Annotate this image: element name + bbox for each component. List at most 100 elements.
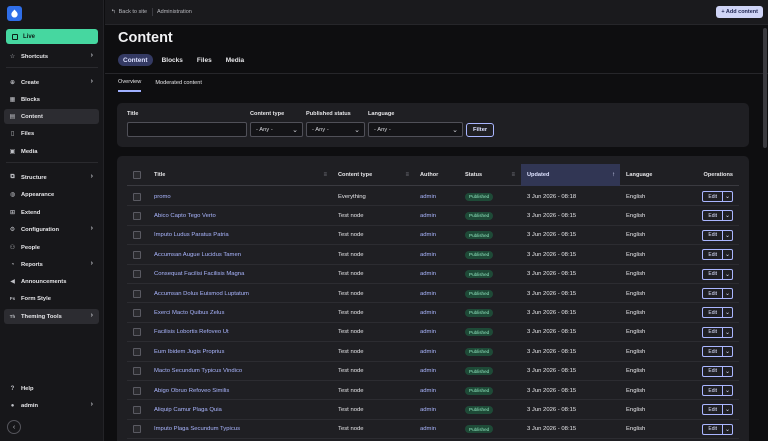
chevron-down-icon[interactable]: ⌄	[723, 268, 733, 280]
row-checkbox[interactable]	[133, 211, 141, 220]
type-column-header[interactable]: Content type ≡	[338, 164, 414, 186]
chevron-down-icon[interactable]: ⌄	[723, 249, 733, 261]
chevron-down-icon[interactable]: ⌄	[723, 229, 733, 241]
author-cell[interactable]: admin	[420, 323, 436, 342]
author-cell[interactable]: admin	[420, 245, 436, 264]
title-cell[interactable]: Eum Ibidem Jugis Proprius	[154, 342, 224, 361]
row-checkbox[interactable]	[133, 270, 141, 279]
title-cell[interactable]: Consequat Facilisi Facilisis Magna	[154, 265, 244, 284]
sidebar-item-files[interactable]: ▯ Files	[4, 126, 99, 141]
page-scrollbar[interactable]	[763, 28, 767, 148]
back-to-site-link[interactable]: ↰ Back to site	[111, 9, 147, 15]
sidebar-item-shortcuts[interactable]: ☆ Shortcuts ›	[4, 49, 99, 64]
row-checkbox[interactable]	[133, 231, 141, 240]
row-checkbox[interactable]	[133, 250, 141, 259]
chevron-down-icon[interactable]: ⌄	[723, 210, 733, 222]
sidebar-item-create[interactable]: ⊕ Create ›	[4, 75, 99, 90]
chevron-down-icon[interactable]: ⌄	[723, 404, 733, 416]
sidebar-item-content[interactable]: ▤ Content	[4, 109, 99, 124]
drupal-logo-icon[interactable]	[7, 6, 22, 21]
author-cell[interactable]: admin	[420, 400, 436, 419]
status-column-header[interactable]: Status ≡	[465, 164, 520, 186]
title-cell[interactable]: Exerci Macto Quibus Zelus	[154, 303, 224, 322]
row-checkbox[interactable]	[133, 405, 141, 414]
edit-button[interactable]: Edit	[702, 229, 723, 241]
title-cell[interactable]: Imputo Plaga Secundum Typicus	[154, 420, 240, 439]
author-cell[interactable]: admin	[420, 187, 436, 206]
sidebar-item-media[interactable]: ▣ Media	[4, 144, 99, 159]
add-content-button[interactable]: + Add content	[716, 6, 763, 18]
row-checkbox[interactable]	[133, 308, 141, 317]
subtab-overview[interactable]: Overview	[118, 77, 142, 92]
edit-button[interactable]: Edit	[702, 346, 723, 358]
author-cell[interactable]: admin	[420, 206, 436, 225]
filter-button[interactable]: Filter	[466, 123, 495, 137]
author-cell[interactable]: admin	[420, 381, 436, 400]
chevron-down-icon[interactable]: ⌄	[723, 326, 733, 338]
tab-media[interactable]: Media	[221, 54, 249, 66]
author-cell[interactable]: admin	[420, 284, 436, 303]
chevron-down-icon[interactable]: ⌄	[723, 191, 733, 202]
sidebar-item-structure[interactable]: ⧉ Structure ›	[4, 170, 99, 185]
language-filter-select[interactable]: - Any - ⌄	[368, 122, 463, 137]
chevron-down-icon[interactable]: ⌄	[723, 288, 733, 299]
title-cell[interactable]: Abico Capto Tego Verto	[154, 206, 216, 225]
title-filter-input[interactable]	[127, 122, 247, 137]
row-checkbox[interactable]	[133, 386, 141, 395]
sidebar-item-configuration[interactable]: ⚙ Configuration ›	[4, 222, 99, 237]
sidebar-item-blocks[interactable]: ▦ Blocks	[4, 92, 99, 107]
edit-button[interactable]: Edit	[702, 423, 723, 435]
row-checkbox[interactable]	[133, 367, 141, 376]
edit-button[interactable]: Edit	[702, 385, 723, 396]
status-filter-select[interactable]: - Any - ⌄	[306, 122, 365, 137]
breadcrumb[interactable]: Administration	[157, 9, 192, 15]
row-checkbox[interactable]	[133, 425, 141, 434]
author-cell[interactable]: admin	[420, 342, 436, 361]
row-checkbox[interactable]	[133, 328, 141, 337]
edit-button[interactable]: Edit	[702, 210, 723, 222]
title-cell[interactable]: Imputo Ludus Paratus Patria	[154, 226, 229, 245]
row-checkbox[interactable]	[133, 192, 141, 201]
user-menu[interactable]: ● admin ›	[4, 398, 99, 413]
edit-button[interactable]: Edit	[702, 249, 723, 261]
chevron-down-icon[interactable]: ⌄	[723, 423, 733, 435]
title-cell[interactable]: promo	[154, 187, 171, 206]
title-cell[interactable]: Abigo Obruo Refoveo Similis	[154, 381, 229, 400]
sidebar-item-people[interactable]: ⚇ People	[4, 240, 99, 255]
subtab-moderated-content[interactable]: Moderated content	[155, 77, 202, 92]
title-cell[interactable]: Accumsan Dolus Euismod Luptatum	[154, 284, 249, 303]
sidebar-item-appearance[interactable]: ◍ Appearance	[4, 187, 99, 202]
chevron-down-icon[interactable]: ⌄	[723, 307, 733, 319]
type-filter-select[interactable]: - Any - ⌄	[250, 122, 303, 137]
edit-button[interactable]: Edit	[702, 326, 723, 338]
tab-content[interactable]: Content	[118, 54, 153, 66]
collapse-sidebar-icon[interactable]: ‹	[7, 420, 21, 434]
edit-button[interactable]: Edit	[702, 404, 723, 416]
title-cell[interactable]: Facilisis Lobortis Refoveo Ut	[154, 323, 229, 342]
chevron-down-icon[interactable]: ⌄	[723, 385, 733, 396]
title-column-header[interactable]: Title ≡	[154, 164, 332, 186]
title-cell[interactable]: Aliquip Camur Plaga Quia	[154, 400, 222, 419]
sidebar-item-reports[interactable]: ◔ Reports ›	[4, 257, 99, 272]
edit-button[interactable]: Edit	[702, 268, 723, 280]
row-checkbox[interactable]	[133, 289, 141, 298]
author-cell[interactable]: admin	[420, 226, 436, 245]
author-cell[interactable]: admin	[420, 362, 436, 381]
author-cell[interactable]: admin	[420, 420, 436, 439]
help-link[interactable]: ? Help	[4, 381, 99, 396]
edit-button[interactable]: Edit	[702, 307, 723, 319]
tab-files[interactable]: Files	[192, 54, 217, 66]
title-cell[interactable]: Macto Secundum Typicus Vindico	[154, 362, 242, 381]
chevron-down-icon[interactable]: ⌄	[723, 365, 733, 377]
select-all-checkbox[interactable]	[133, 171, 141, 179]
sidebar-item-extend[interactable]: ⊞ Extend	[4, 205, 99, 220]
edit-button[interactable]: Edit	[702, 288, 723, 299]
sidebar-item-announcements[interactable]: ◀ Announcements	[4, 274, 99, 289]
author-cell[interactable]: admin	[420, 303, 436, 322]
live-workspace-button[interactable]: Live	[6, 29, 98, 44]
edit-button[interactable]: Edit	[702, 365, 723, 377]
author-cell[interactable]: admin	[420, 265, 436, 284]
sidebar-item-form-style[interactable]: Fs Form Style	[4, 291, 99, 306]
chevron-down-icon[interactable]: ⌄	[723, 346, 733, 358]
title-cell[interactable]: Accumsan Augue Lucidus Tamen	[154, 245, 241, 264]
